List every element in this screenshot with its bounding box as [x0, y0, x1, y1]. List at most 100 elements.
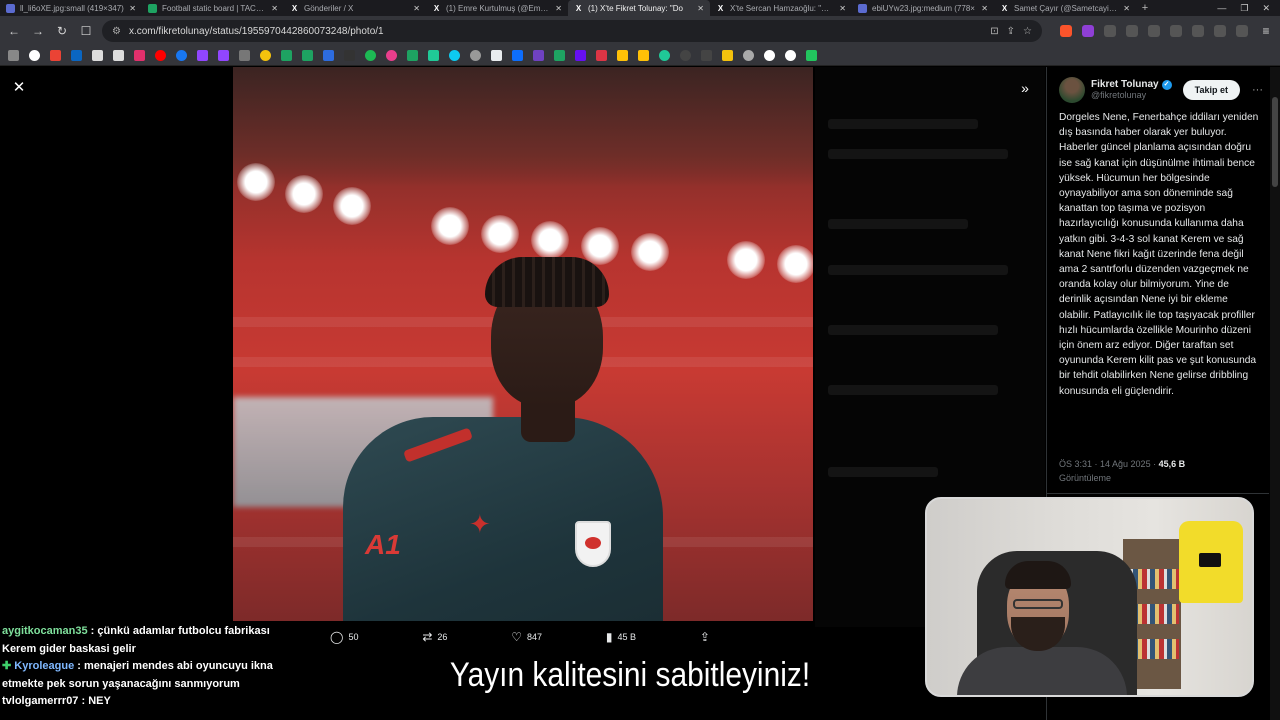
bookmark-icon[interactable]: [701, 50, 712, 61]
bookmark-icon[interactable]: [617, 50, 628, 61]
tweet-timestamp[interactable]: ÖS 3:31 · 14 Ağu 2025 ·: [1059, 459, 1159, 469]
gmail-icon[interactable]: [50, 50, 61, 61]
site-info-icon[interactable]: ⚙: [112, 26, 121, 37]
repost-button[interactable]: ⇄ 26: [422, 630, 447, 644]
link-icon[interactable]: [743, 50, 754, 61]
expand-panel-button[interactable]: »: [1016, 79, 1034, 97]
bookmark-icon[interactable]: [239, 50, 250, 61]
close-icon[interactable]: ✕: [555, 4, 562, 13]
bookmark-icon[interactable]: [386, 50, 397, 61]
puzzle-icon[interactable]: [1126, 25, 1138, 37]
bookmark-icon[interactable]: [260, 50, 271, 61]
google-icon[interactable]: [29, 50, 40, 61]
browser-tab[interactable]: ll_li6oXE.jpg:small (419×347) ✕: [0, 0, 142, 16]
tweet-view-count: 45,6 B: [1158, 459, 1186, 469]
browser-tab[interactable]: X X'te Sercan Hamzaoğlu: "ÖZE ✕: [710, 0, 852, 16]
browser-tab[interactable]: Football static board | TACTIC ✕: [142, 0, 284, 16]
youtube-icon[interactable]: [155, 50, 166, 61]
views-button[interactable]: ▮ 45 B: [606, 630, 636, 644]
folder-icon[interactable]: [722, 50, 733, 61]
close-icon[interactable]: ✕: [413, 4, 420, 13]
close-window-icon[interactable]: ✕: [1262, 3, 1270, 14]
brave-shield-icon[interactable]: [1060, 25, 1072, 37]
close-icon[interactable]: ✕: [839, 4, 846, 13]
extension-icon[interactable]: [1104, 25, 1116, 37]
apps-icon[interactable]: [8, 50, 19, 61]
bookmark-icon[interactable]: [449, 50, 460, 61]
browser-tab-active[interactable]: X (1) X'te Fikret Tolunay: "Do ✕: [568, 0, 710, 16]
menu-icon[interactable]: ≡: [1258, 24, 1274, 38]
bookmark-icon[interactable]: [806, 50, 817, 61]
url-text[interactable]: x.com/fikretolunay/status/19559704428600…: [129, 26, 982, 37]
back-icon[interactable]: ←: [6, 24, 22, 38]
new-tab-button[interactable]: +: [1136, 0, 1154, 16]
twitch-icon[interactable]: [218, 50, 229, 61]
forward-icon[interactable]: →: [30, 24, 46, 38]
twitch-icon[interactable]: [197, 50, 208, 61]
google-icon[interactable]: [785, 50, 796, 61]
author-handle[interactable]: @fikretolunay: [1091, 90, 1177, 101]
bookmark-icon[interactable]: [659, 50, 670, 61]
bookmark-icon[interactable]: [491, 50, 502, 61]
close-viewer-button[interactable]: ✕: [10, 79, 28, 97]
follow-button[interactable]: Takip et: [1182, 80, 1240, 100]
bookmark-icon[interactable]: [596, 50, 607, 61]
author-name[interactable]: Fikret Tolunay ✓: [1091, 79, 1177, 90]
reload-icon[interactable]: ↻: [54, 24, 70, 38]
bookmark-icon[interactable]: [407, 50, 418, 61]
scrollbar-thumb[interactable]: [1272, 97, 1278, 187]
bookmark-icon[interactable]: [428, 50, 439, 61]
facebook-icon[interactable]: [176, 50, 187, 61]
maximize-icon[interactable]: ❐: [1240, 3, 1248, 14]
avatar[interactable]: [1059, 77, 1085, 103]
install-icon[interactable]: ⊡: [990, 26, 998, 37]
bookmark-icon[interactable]: [638, 50, 649, 61]
bookmark-icon[interactable]: [323, 50, 334, 61]
browser-tab[interactable]: X (1) Emre Kurtulmuş (@Emrell ✕: [426, 0, 568, 16]
bookmark-icon[interactable]: [470, 50, 481, 61]
close-icon[interactable]: ✕: [981, 4, 988, 13]
bookmark-icon[interactable]: [554, 50, 565, 61]
bookmark-icon[interactable]: [281, 50, 292, 61]
outlook-icon[interactable]: [71, 50, 82, 61]
like-button[interactable]: ♡ 847: [511, 630, 542, 644]
bookmark-icon[interactable]: [575, 50, 586, 61]
more-options-icon[interactable]: ···: [1246, 84, 1263, 96]
browser-tab[interactable]: X Gönderiler / X ✕: [284, 0, 426, 16]
share-button[interactable]: ⇪: [700, 630, 710, 644]
page-scrollbar[interactable]: [1270, 67, 1280, 720]
x-bookmark-icon[interactable]: [92, 50, 103, 61]
close-icon[interactable]: ✕: [1123, 4, 1130, 13]
bookmark-icon[interactable]: [680, 50, 691, 61]
rewards-icon[interactable]: [1082, 25, 1094, 37]
bookmark-icon[interactable]: ☐: [78, 24, 94, 38]
stadium-light: [431, 207, 469, 245]
leo-icon[interactable]: [1214, 25, 1226, 37]
browser-tab-strip: ll_li6oXE.jpg:small (419×347) ✕ Football …: [0, 0, 1280, 16]
minimize-icon[interactable]: —: [1217, 3, 1226, 13]
wallet-icon[interactable]: [1192, 25, 1204, 37]
close-icon[interactable]: ✕: [697, 4, 704, 13]
bookmark-icon[interactable]: [344, 50, 355, 61]
dimmed-row: [828, 149, 1008, 159]
bookmark-icon[interactable]: [533, 50, 544, 61]
browser-tab[interactable]: X Samet Çayır (@Sametcayir) / X ✕: [994, 0, 1136, 16]
address-bar[interactable]: ⚙ x.com/fikretolunay/status/195597044286…: [102, 20, 1042, 42]
browser-tab[interactable]: ebiUYw23.jpg:medium (778× ✕: [852, 0, 994, 16]
tweet-photo[interactable]: A1 ✦: [233, 67, 813, 621]
media-icon[interactable]: [1148, 25, 1160, 37]
close-icon[interactable]: ✕: [271, 4, 278, 13]
bookmark-icon[interactable]: [365, 50, 376, 61]
stadium-light: [727, 241, 765, 279]
google-icon[interactable]: [764, 50, 775, 61]
bookmark-icon[interactable]: [302, 50, 313, 61]
instagram-icon[interactable]: [134, 50, 145, 61]
reply-button[interactable]: ◯ 50: [330, 630, 358, 644]
vpn-icon[interactable]: [1236, 25, 1248, 37]
bookmark-icon[interactable]: [512, 50, 523, 61]
star-icon[interactable]: ☆: [1023, 26, 1032, 37]
sidebar-icon[interactable]: [1170, 25, 1182, 37]
x-bookmark-icon[interactable]: [113, 50, 124, 61]
close-icon[interactable]: ✕: [129, 4, 136, 13]
share-icon[interactable]: ⇪: [1007, 26, 1015, 37]
